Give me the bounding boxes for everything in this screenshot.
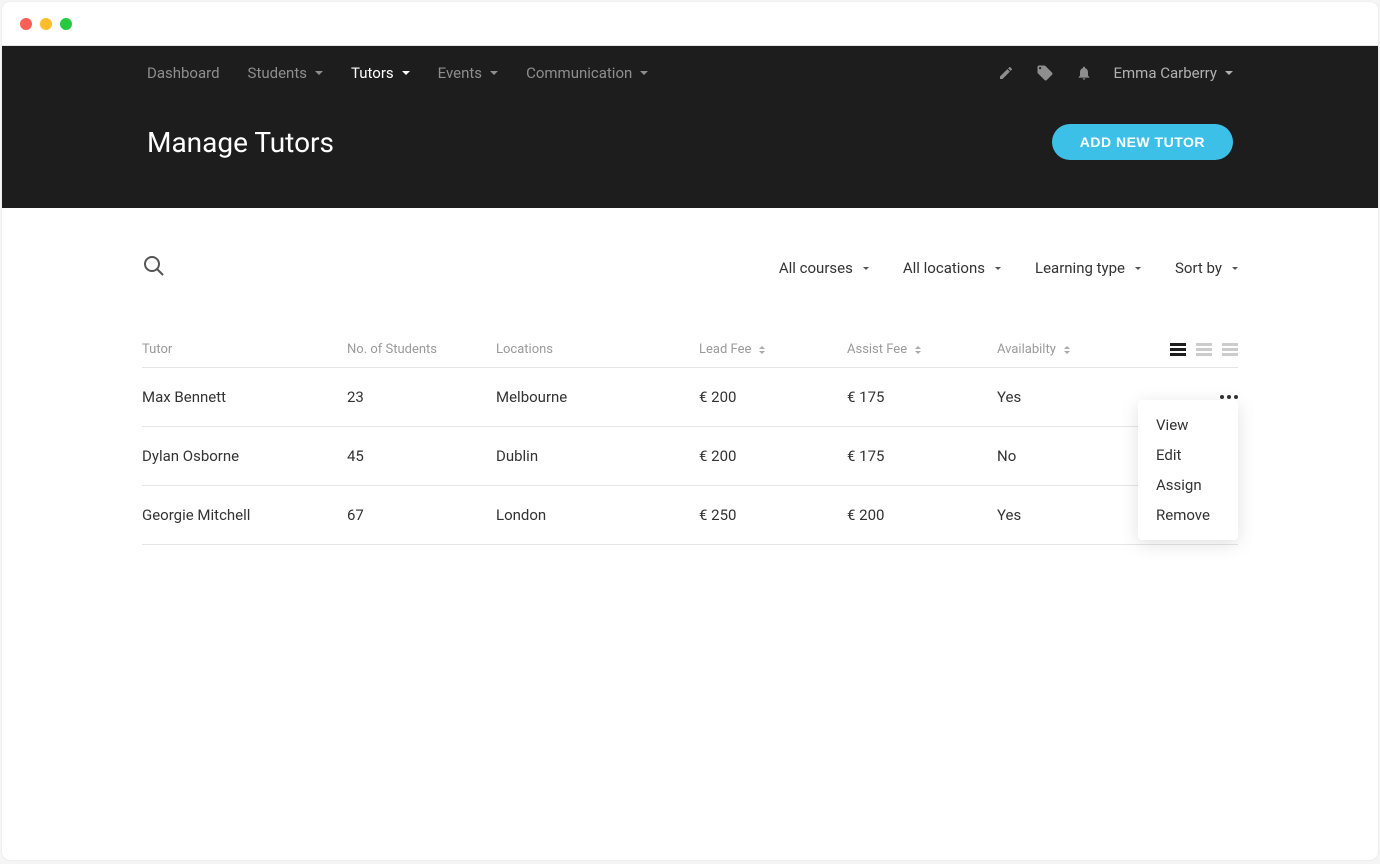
menu-item-view[interactable]: View — [1138, 410, 1238, 440]
cell-assist-fee: € 175 — [847, 447, 997, 465]
nav-tutors[interactable]: Tutors — [351, 64, 410, 82]
menu-item-remove[interactable]: Remove — [1138, 500, 1238, 530]
user-menu[interactable]: Emma Carberry — [1114, 64, 1234, 82]
nav-communication[interactable]: Communication — [526, 64, 648, 82]
window-close-button[interactable] — [20, 18, 32, 30]
table-row: Georgie Mitchell 67 London € 250 € 200 Y… — [142, 486, 1238, 545]
view-compact-button[interactable] — [1170, 343, 1186, 356]
cell-lead-fee: € 250 — [699, 506, 847, 524]
filter-courses[interactable]: All courses — [779, 259, 869, 277]
table-row: Max Bennett 23 Melbourne € 200 € 175 Yes — [142, 368, 1238, 427]
cell-availability: Yes — [997, 388, 1152, 406]
cell-availability: No — [997, 447, 1152, 465]
view-wide-button[interactable] — [1222, 343, 1238, 356]
chevron-down-icon — [402, 71, 410, 75]
table-row: Dylan Osborne 45 Dublin € 200 € 175 No — [142, 427, 1238, 486]
chevron-down-icon — [640, 71, 648, 75]
th-locations[interactable]: Locations — [496, 342, 699, 357]
nav-events[interactable]: Events — [438, 64, 498, 82]
cell-locations: Melbourne — [496, 388, 699, 406]
nav-students[interactable]: Students — [248, 64, 323, 82]
th-lead-fee[interactable]: Lead Fee — [699, 342, 847, 357]
sort-icon — [915, 346, 921, 354]
add-new-tutor-button[interactable]: ADD NEW TUTOR — [1052, 124, 1233, 160]
chevron-down-icon — [1225, 71, 1233, 75]
th-label: Availabilty — [997, 342, 1056, 357]
cell-tutor: Max Bennett — [142, 388, 347, 406]
filter-label: All courses — [779, 259, 853, 277]
cell-locations: London — [496, 506, 699, 524]
user-name: Emma Carberry — [1114, 64, 1218, 82]
nav-actions: Emma Carberry — [998, 64, 1234, 82]
ticket-icon-button[interactable] — [1036, 64, 1054, 82]
cell-locations: Dublin — [496, 447, 699, 465]
chevron-down-icon — [1135, 267, 1141, 270]
cell-students: 23 — [347, 388, 496, 406]
chevron-down-icon — [1232, 267, 1238, 270]
filter-label: Sort by — [1175, 259, 1222, 277]
row-more-button[interactable] — [1220, 395, 1238, 399]
nav-primary: Dashboard Students Tutors Events Communi… — [147, 64, 648, 82]
sort-by[interactable]: Sort by — [1175, 259, 1238, 277]
th-tutor[interactable]: Tutor — [142, 342, 347, 357]
search-icon — [142, 254, 166, 278]
cell-assist-fee: € 200 — [847, 506, 997, 524]
edit-icon-button[interactable] — [998, 65, 1014, 81]
ticket-icon — [1036, 64, 1054, 82]
nav-dashboard[interactable]: Dashboard — [147, 64, 220, 82]
nav-label: Tutors — [351, 64, 394, 82]
filter-learning-type[interactable]: Learning type — [1035, 259, 1141, 277]
filters-bar: All courses All locations Learning type … — [142, 254, 1238, 282]
page-title: Manage Tutors — [147, 126, 334, 159]
nav-label: Events — [438, 64, 482, 82]
menu-item-edit[interactable]: Edit — [1138, 440, 1238, 470]
window-maximize-button[interactable] — [60, 18, 72, 30]
th-students[interactable]: No. of Students — [347, 342, 496, 357]
filter-label: All locations — [903, 259, 985, 277]
nav-label: Dashboard — [147, 64, 220, 82]
nav-label: Communication — [526, 64, 632, 82]
top-navigation: Dashboard Students Tutors Events Communi… — [2, 46, 1378, 100]
cell-students: 45 — [347, 447, 496, 465]
main-content: All courses All locations Learning type … — [2, 208, 1378, 545]
view-medium-button[interactable] — [1196, 343, 1212, 356]
th-view-toggles — [1152, 343, 1238, 356]
cell-assist-fee: € 175 — [847, 388, 997, 406]
search-button[interactable] — [142, 254, 166, 282]
cell-lead-fee: € 200 — [699, 447, 847, 465]
window-controls — [20, 18, 72, 30]
sort-icon — [759, 346, 765, 354]
window-titlebar — [2, 2, 1378, 46]
sort-icon — [1064, 346, 1070, 354]
page-header: Manage Tutors ADD NEW TUTOR — [2, 100, 1378, 208]
table-header-row: Tutor No. of Students Locations Lead Fee… — [142, 342, 1238, 368]
bell-icon — [1076, 65, 1092, 81]
app-header: Dashboard Students Tutors Events Communi… — [2, 46, 1378, 208]
row-context-menu: View Edit Assign Remove — [1138, 400, 1238, 540]
nav-label: Students — [248, 64, 307, 82]
notifications-icon-button[interactable] — [1076, 65, 1092, 81]
cell-availability: Yes — [997, 506, 1152, 524]
th-label: Lead Fee — [699, 342, 751, 357]
cell-lead-fee: € 200 — [699, 388, 847, 406]
th-label: Assist Fee — [847, 342, 907, 357]
chevron-down-icon — [863, 267, 869, 270]
cell-tutor: Dylan Osborne — [142, 447, 347, 465]
pencil-icon — [998, 65, 1014, 81]
filter-locations[interactable]: All locations — [903, 259, 1001, 277]
window-minimize-button[interactable] — [40, 18, 52, 30]
chevron-down-icon — [315, 71, 323, 75]
th-assist-fee[interactable]: Assist Fee — [847, 342, 997, 357]
filter-controls: All courses All locations Learning type … — [779, 259, 1238, 277]
th-availability[interactable]: Availabilty — [997, 342, 1152, 357]
app-window: Dashboard Students Tutors Events Communi… — [2, 2, 1378, 860]
chevron-down-icon — [490, 71, 498, 75]
cell-tutor: Georgie Mitchell — [142, 506, 347, 524]
cell-students: 67 — [347, 506, 496, 524]
chevron-down-icon — [995, 267, 1001, 270]
menu-item-assign[interactable]: Assign — [1138, 470, 1238, 500]
filter-label: Learning type — [1035, 259, 1125, 277]
tutors-table: Tutor No. of Students Locations Lead Fee… — [142, 342, 1238, 545]
cell-actions — [1152, 395, 1238, 399]
